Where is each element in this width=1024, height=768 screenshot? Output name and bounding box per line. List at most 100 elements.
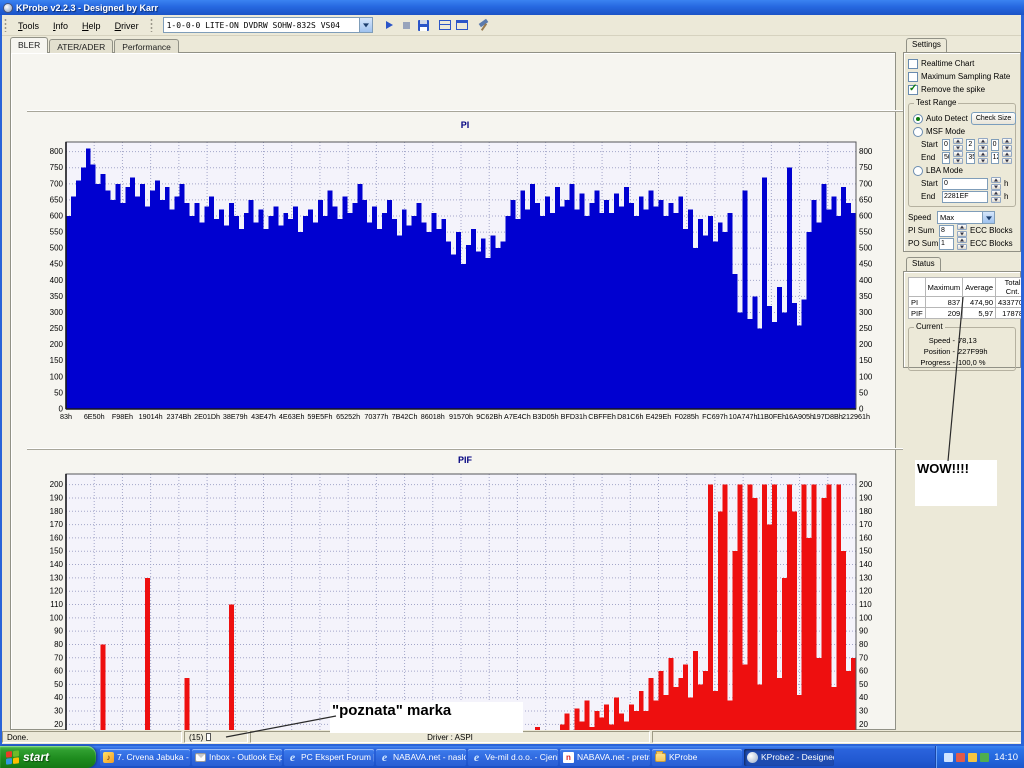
lba-end-spinner[interactable]: [991, 190, 1001, 203]
lba-start-spinner[interactable]: [991, 177, 1001, 190]
current-speed-value: 78,13: [958, 336, 977, 345]
svg-text:450: 450: [859, 260, 873, 269]
tray-arrow-icon[interactable]: [944, 753, 953, 762]
svg-text:200: 200: [859, 480, 873, 489]
msf-mode-radio[interactable]: [913, 127, 923, 137]
lba-start-unit: h: [1004, 179, 1008, 188]
msf-start-min-spinner[interactable]: [953, 138, 963, 151]
svg-text:CBFFEh: CBFFEh: [588, 412, 616, 421]
po-sum-spinner[interactable]: [957, 237, 967, 250]
pif-chart-title: PIF: [27, 455, 903, 465]
svg-text:E429Eh: E429Eh: [646, 412, 672, 421]
msf-end-sec-spinner[interactable]: [978, 151, 988, 164]
toolbar-grip[interactable]: [150, 18, 153, 32]
drive-select[interactable]: 1-0-0-0 LITE-ON DVDRW SOHW-832S VS04: [163, 17, 373, 33]
msf-start-sec-spinner[interactable]: [978, 138, 988, 151]
single-view-button[interactable]: [454, 17, 471, 34]
svg-text:212961h: 212961h: [842, 412, 870, 421]
tab-settings[interactable]: Settings: [906, 38, 947, 52]
ie-icon: e: [379, 752, 390, 763]
taskbar-item[interactable]: Inbox - Outlook Express: [192, 749, 282, 766]
svg-text:100: 100: [859, 372, 873, 381]
lba-end-field[interactable]: 2281EF: [942, 191, 988, 203]
msf-end-min-field[interactable]: 502: [942, 152, 950, 164]
tab-ater-ader[interactable]: ATER/ADER: [49, 39, 113, 53]
svg-text:11B0FEh: 11B0FEh: [757, 412, 786, 421]
taskbar-item[interactable]: KProbe2 - Designed b...: [744, 749, 834, 766]
taskbar-item[interactable]: nNABAVA.net - pretra...: [560, 749, 650, 766]
chevron-down-icon[interactable]: [359, 18, 372, 32]
tray-update-icon[interactable]: [968, 753, 977, 762]
maximum-sampling-rate-checkbox[interactable]: [908, 72, 918, 82]
speed-select[interactable]: Max: [937, 211, 995, 224]
menu-help[interactable]: Help: [75, 19, 108, 33]
folder-icon: [655, 753, 666, 762]
taskbar-clock[interactable]: 14:10: [994, 752, 1018, 763]
svg-text:190: 190: [50, 493, 64, 502]
tray-chart-icon[interactable]: [980, 753, 989, 762]
svg-text:38E79h: 38E79h: [223, 412, 248, 421]
status-table-header: Maximum Average Total Cnt.: [909, 278, 1024, 297]
taskbar-item-label: Ve-mil d.o.o. - Cjenik ...: [485, 752, 558, 762]
msf-end-sec-field[interactable]: 35: [966, 152, 974, 164]
stop-icon: [403, 22, 410, 29]
po-sum-field[interactable]: 1: [939, 238, 954, 250]
taskbar-item[interactable]: ePC Ekspert Forum [...: [284, 749, 374, 766]
lba-start-field[interactable]: 0: [942, 178, 988, 190]
tab-bler[interactable]: BLER: [10, 37, 48, 53]
svg-text:100: 100: [859, 613, 873, 622]
svg-text:A7E4Ch: A7E4Ch: [504, 412, 531, 421]
start-button[interactable]: start: [0, 746, 96, 768]
test-range-label: Test Range: [914, 98, 958, 107]
msf-start-min-field[interactable]: 0: [942, 139, 950, 151]
taskbar-item[interactable]: eNABAVA.net - naslov...: [376, 749, 466, 766]
tool-icon: [478, 19, 491, 32]
taskbar-item[interactable]: KProbe: [652, 749, 742, 766]
single-view-icon: [456, 20, 468, 30]
svg-text:9C62Bh: 9C62Bh: [476, 412, 502, 421]
svg-text:120: 120: [859, 587, 873, 596]
msf-start-frame-field[interactable]: 0: [991, 139, 999, 151]
msf-start-frame-spinner[interactable]: [1002, 138, 1012, 151]
pi-sum-label: PI Sum: [908, 226, 936, 235]
stop-scan-button[interactable]: [398, 17, 415, 34]
svg-text:F98Eh: F98Eh: [112, 412, 133, 421]
tab-performance[interactable]: Performance: [114, 39, 179, 53]
svg-text:190: 190: [859, 493, 873, 502]
pi-sum-field[interactable]: 8: [939, 225, 954, 237]
window-titlebar[interactable]: KProbe v2.2.3 - Designed by Karr: [0, 0, 1024, 15]
svg-text:10A747h: 10A747h: [729, 412, 758, 421]
toolbar-grip[interactable]: [4, 18, 7, 32]
taskbar-item-label: PC Ekspert Forum [...: [301, 752, 374, 762]
save-button[interactable]: [415, 17, 432, 34]
taskbar-item-label: 7. Crvena Jabuka - B...: [117, 752, 190, 762]
svg-text:80: 80: [54, 640, 63, 649]
msf-start-sec-field[interactable]: 2: [966, 139, 974, 151]
menu-tools[interactable]: Tools: [11, 19, 46, 33]
tab-status[interactable]: Status: [906, 257, 941, 271]
taskbar-item[interactable]: ♪7. Crvena Jabuka - B...: [100, 749, 190, 766]
tool-button[interactable]: [476, 17, 493, 34]
msf-end-frame-spinner[interactable]: [1002, 151, 1012, 164]
svg-text:19014h: 19014h: [139, 412, 163, 421]
svg-text:0: 0: [859, 405, 864, 414]
start-scan-button[interactable]: [381, 17, 398, 34]
split-view-button[interactable]: [437, 17, 454, 34]
msf-end-label: End: [921, 153, 939, 162]
remove-the-spike-checkbox[interactable]: [908, 85, 918, 95]
realtime-chart-checkbox[interactable]: [908, 59, 918, 69]
menu-driver[interactable]: Driver: [108, 19, 146, 33]
tray-app-icon[interactable]: [956, 753, 965, 762]
start-button-label: start: [23, 750, 49, 764]
svg-text:40: 40: [859, 693, 868, 702]
pi-sum-spinner[interactable]: [957, 224, 967, 237]
msf-end-min-spinner[interactable]: [953, 151, 963, 164]
menu-info[interactable]: Info: [46, 19, 75, 33]
msf-end-frame-field[interactable]: 12: [991, 152, 999, 164]
auto-detect-radio[interactable]: [913, 114, 923, 124]
svg-text:70: 70: [859, 653, 868, 662]
chevron-down-icon[interactable]: [982, 212, 994, 223]
check-size-button[interactable]: Check Size: [971, 112, 1016, 125]
lba-mode-radio[interactable]: [913, 166, 923, 176]
taskbar-item[interactable]: eVe-mil d.o.o. - Cjenik ...: [468, 749, 558, 766]
